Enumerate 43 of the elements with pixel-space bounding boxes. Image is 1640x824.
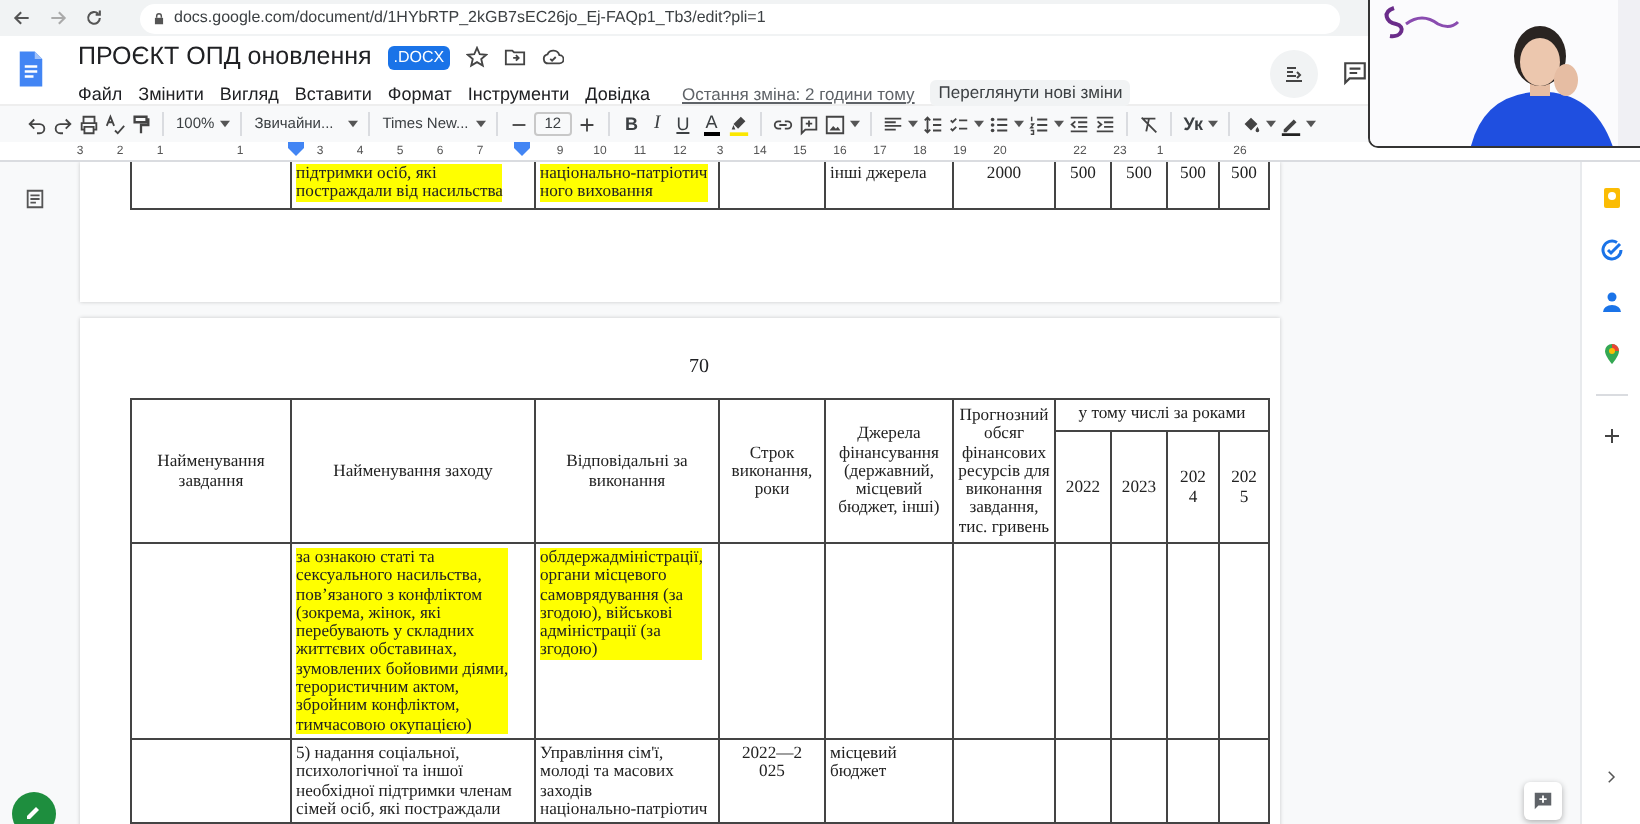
address-bar[interactable]: docs.google.com/document/d/1HYbRTP_2kGB7sEC26jo_Ej-FAQp1_Tb3/edit?pli=1 — [140, 3, 1340, 33]
cell-text: 2000 — [986, 164, 1022, 183]
last-edit-link[interactable]: Остання зміна: 2 години тому — [682, 81, 915, 105]
cell-text: національно-патріотич ного виховання — [540, 164, 708, 202]
menu-item[interactable]: Інструменти — [467, 81, 570, 105]
cell-text: місцевий бюджет — [830, 743, 897, 782]
column-header: 2022 — [1065, 475, 1101, 496]
input-tools-button[interactable]: Ук — [1181, 114, 1205, 134]
cell-text: 500 — [1180, 164, 1206, 183]
file-type-badge: .DOCX — [387, 45, 451, 69]
cell-text: облдержадміністрації, органи місцевого самоврядування (за згодою), військові адміністрації (за згодою) — [540, 548, 703, 660]
cell-text: 2022—2 025 — [741, 743, 803, 782]
document-title[interactable]: ПРОЄКТ ОПД оновлення — [78, 42, 372, 72]
column-header: Джерела фінансування (державний, місцевий бюджет, інші) — [838, 422, 940, 517]
text-color-button[interactable]: A — [703, 113, 720, 135]
column-header: 202 5 — [1231, 466, 1257, 505]
column-group-header: у тому числі за роками — [1078, 402, 1246, 422]
cell-text: інші джерела — [830, 164, 927, 183]
url-text: docs.google.com/document/d/1HYbRTP_2kGB7sEC26jo_Ej-FAQp1_Tb3/edit?pli=1 — [174, 6, 766, 30]
menu-item[interactable]: Файл — [78, 81, 123, 105]
column-header: Найменування завдання — [157, 450, 265, 489]
menu-item[interactable]: Змінити — [138, 81, 204, 105]
cell-text: за ознакою статі та сексуального насильства, пов’язаного з конфліктом (зокрема, жінок, які перебувають у складних життєвих обставинах, зумовлених бойовими діями, терористичним актом, збройним конфліктом, тимчасовою окупацією) — [296, 548, 509, 734]
column-header: Найменування заходу — [333, 459, 493, 480]
italic-button[interactable]: I — [652, 114, 663, 134]
column-header: Строк виконання, роки — [731, 441, 813, 499]
menu-item[interactable]: Вставити — [294, 81, 372, 105]
column-header: 202 4 — [1180, 466, 1206, 505]
menu-item[interactable]: Вигляд — [219, 81, 279, 105]
cell-text: 500 — [1126, 164, 1152, 183]
menu-item[interactable]: Формат — [387, 81, 452, 105]
column-header: Прогнозний обсяг фінансових ресурсів для виконання завдання, тис. гривень — [958, 403, 1050, 536]
cell-text: 500 — [1231, 164, 1257, 183]
cell-text: 5) надання соціальної, психологічної та іншої необхідної підтримки членам сімей осіб, які постраждали — [296, 743, 512, 819]
column-header: 2023 — [1121, 475, 1157, 496]
cell-text: Управління сім'ї, молоді та масових заходів національно-патріотич — [540, 743, 708, 819]
menu-item[interactable]: Довідка — [585, 81, 650, 105]
underline-button[interactable]: U — [674, 114, 692, 134]
review-changes-button[interactable]: Переглянути нові зміни — [930, 80, 1131, 106]
page-number: 70 — [687, 354, 711, 382]
cell-text: 500 — [1070, 164, 1096, 183]
bold-button[interactable]: B — [623, 114, 641, 134]
column-header: Відповідальні за виконання — [566, 450, 688, 489]
